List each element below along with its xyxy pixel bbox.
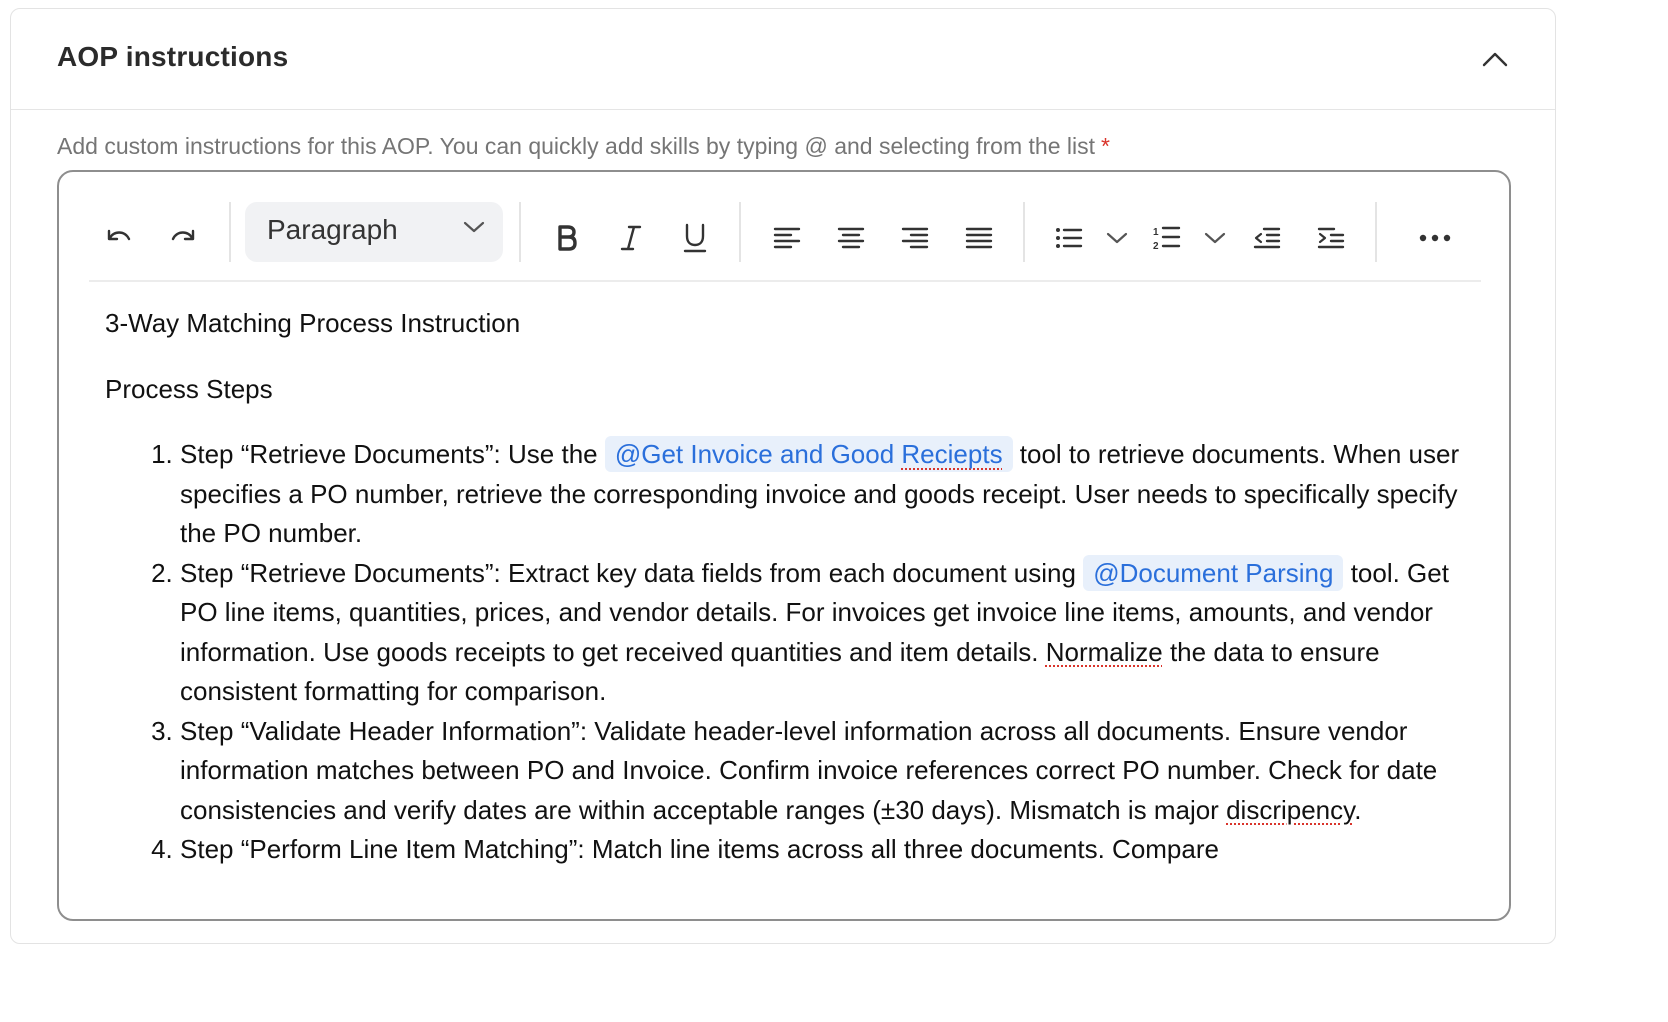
more-icon[interactable] bbox=[1411, 214, 1459, 262]
field-label-text: Add custom instructions for this AOP. Yo… bbox=[57, 133, 1095, 159]
list-item: Step “Retrieve Documents”: Use the @Get … bbox=[180, 435, 1485, 554]
step-text: Step “Retrieve Documents”: Use the bbox=[180, 439, 605, 469]
chevron-down-icon[interactable] bbox=[1191, 214, 1239, 262]
misspelled-word: Reciepts bbox=[901, 439, 1003, 469]
list-item: Step “Retrieve Documents”: Extract key d… bbox=[180, 554, 1485, 712]
block-format-dropdown[interactable]: Paragraph bbox=[245, 202, 503, 262]
mention-text: @Get Invoice and Good bbox=[614, 439, 902, 469]
toolbar-divider bbox=[1023, 202, 1025, 262]
rich-text-editor[interactable]: Paragraph 1 2 3-Way Matching Process Ins… bbox=[57, 170, 1511, 921]
skill-mention-document-parsing[interactable]: @Document Parsing bbox=[1083, 554, 1344, 591]
panel-title: AOP instructions bbox=[57, 41, 289, 72]
numbered-list-icon[interactable]: 12 bbox=[1143, 214, 1191, 262]
toolbar-divider bbox=[519, 202, 521, 262]
bullet-list-icon[interactable] bbox=[1045, 214, 1093, 262]
editor-toolbar: Paragraph 1 2 bbox=[89, 200, 1481, 282]
chevron-down-icon bbox=[463, 220, 485, 239]
toolbar-divider bbox=[739, 202, 741, 262]
align-left-icon[interactable] bbox=[763, 214, 811, 262]
toolbar-divider bbox=[229, 202, 231, 262]
step-text: . bbox=[1354, 794, 1362, 825]
italic-icon[interactable] bbox=[607, 214, 655, 262]
editor-content[interactable]: 3-Way Matching Process Instruction Proce… bbox=[105, 304, 1485, 896]
misspelled-word: Normalize bbox=[1045, 636, 1163, 667]
svg-text:2: 2 bbox=[1153, 241, 1159, 251]
svg-text:1: 1 bbox=[1153, 227, 1159, 238]
required-marker: * bbox=[1101, 133, 1110, 159]
document-heading: 3-Way Matching Process Instruction bbox=[105, 308, 521, 338]
document-subheading: Process Steps bbox=[105, 373, 273, 404]
underline-icon[interactable] bbox=[671, 214, 719, 262]
undo-icon[interactable] bbox=[95, 214, 143, 262]
align-justify-icon[interactable] bbox=[955, 214, 1003, 262]
panel-header[interactable]: AOP instructions bbox=[11, 9, 1555, 110]
block-format-value: Paragraph bbox=[267, 214, 398, 245]
redo-icon[interactable] bbox=[159, 214, 207, 262]
list-item: Step “Perform Line Item Matching”: Match… bbox=[180, 830, 1485, 870]
bold-icon[interactable] bbox=[543, 214, 591, 262]
chevron-down-icon[interactable] bbox=[1093, 214, 1141, 262]
step-text: Step “Perform Line Item Matching”: Match… bbox=[180, 834, 1219, 864]
chevron-up-icon[interactable] bbox=[1475, 39, 1515, 79]
outdent-icon[interactable] bbox=[1243, 214, 1291, 262]
misspelled-word: discripency bbox=[1226, 794, 1355, 825]
step-text: Step “Retrieve Documents”: Extract key d… bbox=[180, 557, 1084, 588]
align-right-icon[interactable] bbox=[891, 214, 939, 262]
steps-list: Step “Retrieve Documents”: Use the @Get … bbox=[105, 435, 1485, 870]
toolbar-divider bbox=[1375, 202, 1377, 262]
aop-instructions-panel: AOP instructions Add custom instructions… bbox=[10, 8, 1556, 944]
instructions-field-label: Add custom instructions for this AOP. Yo… bbox=[57, 133, 1110, 160]
indent-icon[interactable] bbox=[1307, 214, 1355, 262]
align-center-icon[interactable] bbox=[827, 214, 875, 262]
list-item: Step “Validate Header Information”: Vali… bbox=[180, 712, 1485, 831]
skill-mention-get-invoice[interactable]: @Get Invoice and Good Reciepts bbox=[604, 436, 1013, 472]
